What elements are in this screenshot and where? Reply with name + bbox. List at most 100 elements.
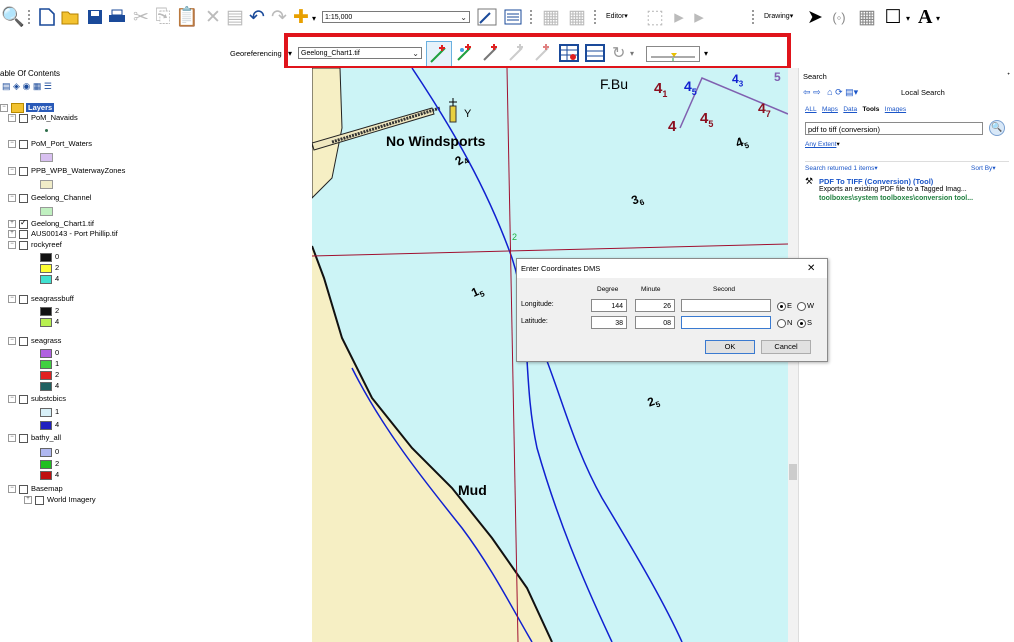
- paste-special-icon[interactable]: ▤: [224, 6, 246, 28]
- cut-icon[interactable]: ✂: [130, 6, 152, 28]
- save-icon[interactable]: [84, 6, 106, 28]
- list-by-drawing-order-icon[interactable]: ▤: [2, 81, 11, 91]
- east-radio[interactable]: E: [777, 301, 792, 311]
- home-icon[interactable]: ⌂: [827, 87, 832, 97]
- toc-layer-seagrass[interactable]: − seagrass: [8, 336, 61, 346]
- result-title[interactable]: PDF To TIFF (Conversion) (Tool): [819, 177, 933, 186]
- layer-checkbox[interactable]: [19, 166, 28, 176]
- radio-dot[interactable]: [777, 318, 786, 328]
- layer-checkbox[interactable]: [19, 394, 28, 404]
- expand-icon[interactable]: +: [8, 220, 16, 229]
- longitude-second-input[interactable]: [681, 299, 771, 312]
- rectangle-dropdown-icon[interactable]: ▾: [906, 14, 910, 23]
- tab-images[interactable]: Images: [885, 106, 906, 113]
- text-dropdown-icon[interactable]: ▾: [936, 14, 940, 23]
- layer-checkbox[interactable]: [19, 229, 28, 239]
- local-search-scope[interactable]: Local Search: [901, 88, 945, 97]
- layer-checkbox[interactable]: [19, 294, 28, 304]
- search-input[interactable]: pdf to tiff (conversion): [805, 122, 983, 135]
- collapse-icon[interactable]: −: [8, 241, 16, 250]
- ok-button[interactable]: OK: [705, 340, 755, 354]
- longitude-degree-input[interactable]: 144: [591, 299, 627, 312]
- edit-tool-icon[interactable]: ⬚: [644, 6, 666, 28]
- radio-dot[interactable]: [777, 301, 786, 311]
- collapse-icon[interactable]: −: [8, 395, 16, 404]
- toc-options-icon[interactable]: ☰: [44, 81, 52, 91]
- layer-checkbox[interactable]: [19, 218, 28, 229]
- collapse-icon[interactable]: −: [8, 485, 16, 494]
- list-by-visibility-icon[interactable]: ◉: [22, 81, 30, 91]
- radio-dot[interactable]: [797, 318, 806, 328]
- layer-checkbox[interactable]: [19, 113, 28, 123]
- collapse-icon[interactable]: −: [8, 337, 16, 346]
- west-radio[interactable]: W: [797, 301, 814, 311]
- sort-by[interactable]: Sort By▾: [971, 164, 996, 172]
- editor-toolbar-icon[interactable]: [476, 6, 498, 28]
- layer-checkbox[interactable]: [19, 240, 28, 250]
- collapse-icon[interactable]: −: [8, 295, 16, 304]
- table-of-contents-icon[interactable]: [502, 6, 524, 28]
- toc-layer-pom-port-waters[interactable]: − PoM_Port_Waters: [8, 139, 92, 149]
- tab-tools[interactable]: Tools: [862, 106, 879, 113]
- editor-menu[interactable]: Editor▾: [604, 11, 644, 23]
- straight-segment-icon[interactable]: ▸: [668, 6, 690, 28]
- undo-icon[interactable]: ↶: [246, 6, 268, 28]
- toc-layer-geelong-chart1[interactable]: + Geelong_Chart1.tif: [8, 218, 94, 229]
- zoom-to-selected-icon[interactable]: ▦: [856, 6, 878, 28]
- collapse-icon[interactable]: −: [8, 434, 16, 443]
- cancel-button[interactable]: Cancel: [761, 340, 811, 354]
- latitude-second-input[interactable]: [681, 316, 771, 329]
- search-window-icon[interactable]: ▦: [566, 6, 588, 28]
- toc-layer-pom-navaids[interactable]: − PoM_Navaids: [8, 113, 78, 123]
- tab-data[interactable]: Data: [843, 106, 857, 113]
- north-radio[interactable]: N: [777, 318, 792, 328]
- list-by-selection-icon[interactable]: ▦: [33, 81, 42, 91]
- toc-layer-ppb-wpb-waterwayzones[interactable]: − PPB_WPB_WaterwayZones: [8, 166, 125, 176]
- longitude-minute-input[interactable]: 26: [635, 299, 675, 312]
- collapse-icon[interactable]: −: [8, 114, 16, 123]
- scrollbar-thumb[interactable]: [789, 464, 797, 480]
- close-icon[interactable]: ✕: [807, 263, 815, 274]
- back-icon[interactable]: ⇦: [803, 87, 811, 97]
- control-point-label[interactable]: 2: [512, 232, 517, 242]
- toc-layer-seagrassbuff[interactable]: − seagrassbuff: [8, 294, 74, 304]
- select-arrow-icon[interactable]: ➤: [804, 6, 826, 28]
- results-count[interactable]: Search returned 1 items▾: [805, 164, 878, 172]
- scale-dropdown[interactable]: 1:15,000 ⌄: [322, 11, 470, 23]
- toc-layer-bathy-all[interactable]: − bathy_all: [8, 433, 61, 443]
- latitude-degree-input[interactable]: 38: [591, 316, 627, 329]
- layer-checkbox[interactable]: [35, 495, 44, 505]
- latitude-minute-input[interactable]: 08: [635, 316, 675, 329]
- layer-checkbox[interactable]: [19, 193, 28, 203]
- toc-layer-substcbics[interactable]: − substcbics: [8, 394, 66, 404]
- paste-icon[interactable]: 📋: [175, 6, 199, 28]
- text-tool-icon[interactable]: A: [918, 6, 932, 29]
- layers-root[interactable]: − Layers: [0, 103, 55, 114]
- search-button[interactable]: 🔍: [989, 120, 1005, 136]
- redo-icon[interactable]: ↷: [268, 6, 290, 28]
- expand-icon[interactable]: +: [24, 496, 32, 505]
- open-icon[interactable]: [60, 6, 82, 28]
- forward-icon[interactable]: ⇨: [813, 87, 821, 97]
- extent-dropdown[interactable]: Any Extent▾: [805, 140, 840, 148]
- add-data-dropdown-icon[interactable]: ▾: [312, 14, 316, 23]
- south-radio[interactable]: S: [797, 318, 812, 328]
- pin-icon[interactable]: ᐩ: [1007, 71, 1010, 80]
- delete-icon[interactable]: ✕: [202, 6, 224, 28]
- layer-checkbox[interactable]: [19, 336, 28, 346]
- toc-layer-world-imagery[interactable]: + World Imagery: [24, 495, 96, 505]
- drawing-menu[interactable]: Drawing▾: [762, 11, 802, 23]
- georeferencing-menu[interactable]: Georeferencing: [230, 49, 282, 58]
- zoom-icon[interactable]: 🔍: [1, 6, 25, 28]
- collapse-icon[interactable]: −: [8, 194, 16, 203]
- collapse-icon[interactable]: −: [8, 140, 16, 149]
- print-icon[interactable]: [106, 6, 128, 28]
- toc-layer-aus00143[interactable]: + AUS00143 - Port Phillip.tif: [8, 229, 118, 239]
- toc-layer-basemap[interactable]: − Basemap: [8, 484, 63, 494]
- sketch-icon[interactable]: ▸: [688, 6, 710, 28]
- layer-checkbox[interactable]: [19, 433, 28, 443]
- rotate-icon[interactable]: (◦): [828, 6, 850, 28]
- collapse-icon[interactable]: −: [8, 167, 16, 176]
- collapse-icon[interactable]: −: [0, 104, 8, 113]
- tab-all[interactable]: ALL: [805, 106, 817, 113]
